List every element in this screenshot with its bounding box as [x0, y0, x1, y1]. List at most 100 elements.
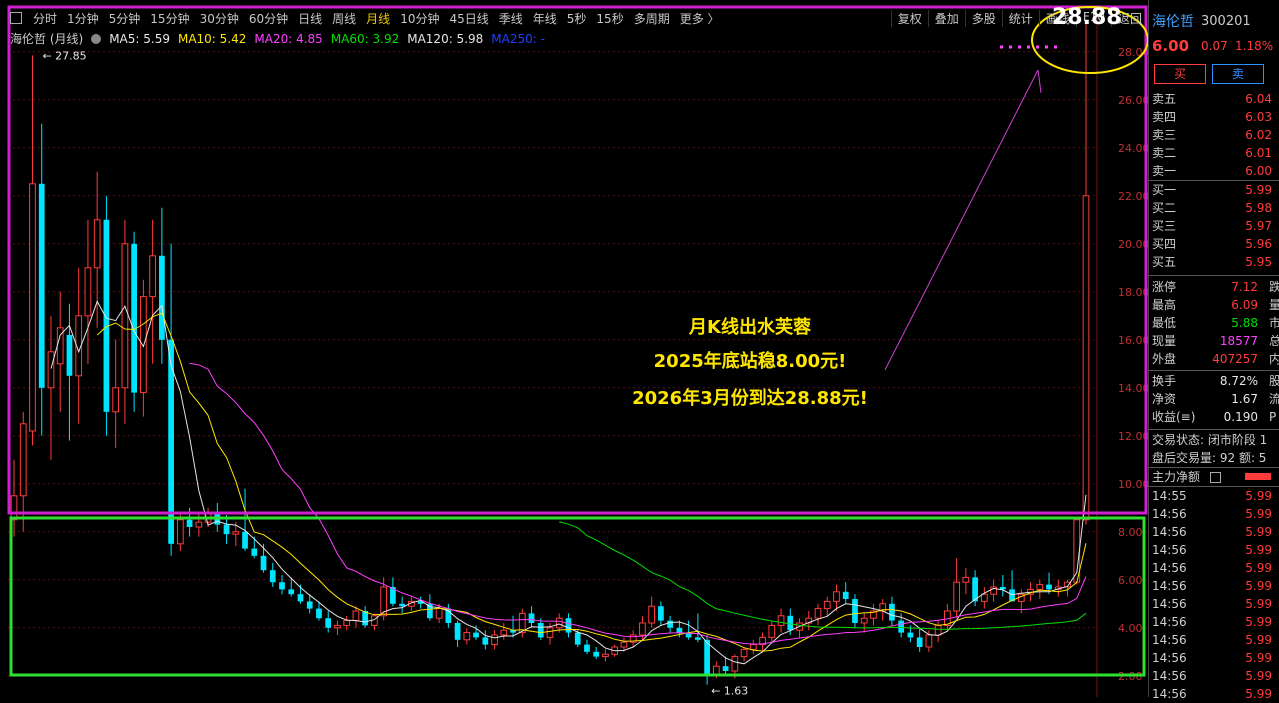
candle-body [482, 637, 489, 645]
period-tab[interactable]: 周线 [327, 10, 361, 27]
ma-label: MA20: 4.85 [254, 31, 323, 46]
candle-body [823, 600, 831, 610]
candle-body [889, 603, 895, 621]
stat-value: 7.12 [1231, 280, 1258, 294]
period-tab[interactable]: 年线 [528, 10, 562, 27]
tick-time: 14:56 [1152, 687, 1187, 701]
y-tick-label: 20.00 [1118, 238, 1148, 251]
candle-body [251, 548, 258, 556]
book-price: 6.04 [1245, 92, 1272, 106]
stat-label: 现量 [1152, 334, 1177, 348]
candle-body [1036, 584, 1044, 590]
candle-body [749, 644, 757, 650]
stat-trail: P [1269, 410, 1277, 424]
candle-body [399, 603, 406, 607]
toolbar-button[interactable]: 多股 [964, 9, 1002, 27]
period-tab[interactable]: 5秒 [562, 10, 592, 27]
period-tab[interactable]: 5分钟 [104, 10, 146, 27]
menu-icon[interactable] [1210, 472, 1221, 483]
settings-icon[interactable] [91, 33, 102, 44]
period-tab[interactable]: 月线 [361, 10, 395, 27]
tick-row: 14:56 5.99 [1149, 685, 1279, 703]
buy-level: 买四 5.96 [1149, 235, 1279, 253]
stock-title: 海伦哲 (月线) [10, 32, 84, 46]
tick-row: 14:56 5.99 [1149, 613, 1279, 631]
period-tab[interactable]: 1分钟 [62, 10, 104, 27]
candle-body [842, 591, 849, 599]
tick-row: 14:56 5.99 [1149, 577, 1279, 595]
period-tab[interactable]: 45日线 [444, 10, 493, 27]
sell-level: 卖五 6.04 [1149, 90, 1279, 108]
period-tab[interactable]: 60分钟 [244, 10, 293, 27]
period-tab[interactable]: 10分钟 [395, 10, 444, 27]
buy-button[interactable]: 买 [1154, 64, 1206, 84]
top-highlight-frame [7, 5, 1148, 515]
stat-row: 净资 1.67 流 [1149, 390, 1279, 408]
candle-body [731, 656, 739, 672]
main-net-bar [1245, 473, 1271, 480]
candle-body [667, 620, 674, 628]
candle-body [112, 387, 120, 413]
stock-code: 300201 [1201, 14, 1251, 29]
candle-body [722, 666, 729, 671]
sell-button[interactable]: 卖 [1212, 64, 1264, 84]
candle-body [352, 610, 360, 622]
period-tab[interactable]: 日线 [293, 10, 327, 27]
stat-trail: 跌 [1269, 280, 1279, 294]
sell-level: 卖三 6.02 [1149, 126, 1279, 144]
candle-body [546, 627, 554, 638]
book-label: 买四 [1152, 237, 1177, 251]
candle-body [84, 267, 92, 317]
candle-body [93, 219, 101, 269]
window-icon[interactable] [10, 12, 22, 24]
price-change: 0.07 [1201, 39, 1228, 53]
tick-list[interactable]: 14:55 5.99 14:56 5.99 14:56 5.99 14:56 5.99 14:5… [1149, 486, 1279, 703]
candle-body [658, 606, 664, 621]
candle-body [593, 651, 600, 657]
candle-body [66, 335, 73, 376]
period-tab[interactable]: 多周期 [629, 10, 675, 27]
candle-body [860, 617, 868, 624]
tick-time: 14:55 [1152, 489, 1187, 503]
period-tab[interactable]: 30分钟 [195, 10, 244, 27]
y-tick-label: 22.00 [1118, 190, 1148, 203]
book-price: 5.96 [1245, 237, 1272, 251]
toolbar-button[interactable]: 复权 [890, 9, 928, 27]
tick-price: 5.99 [1245, 597, 1272, 611]
y-tick-label: 14.00 [1118, 382, 1148, 395]
tick-time: 14:56 [1152, 561, 1187, 575]
candle-body [176, 519, 184, 545]
candle-body [316, 608, 322, 619]
candle-body [279, 582, 285, 590]
candle-body [195, 521, 203, 528]
ma-label: MA5: 5.59 [109, 31, 170, 46]
tick-time: 14:56 [1152, 633, 1187, 647]
period-tab[interactable]: 更多 〉 [675, 10, 725, 27]
stat-label: 外盘 [1152, 352, 1177, 366]
stat-trail: 量 [1269, 298, 1279, 312]
period-tab[interactable]: 季线 [494, 10, 528, 27]
candle-body [103, 219, 110, 412]
ma-label: MA10: 5.42 [177, 31, 247, 46]
period-tab[interactable]: 分时 [28, 10, 62, 27]
tick-time: 14:56 [1152, 669, 1187, 683]
candle-body [676, 627, 683, 633]
period-tab[interactable]: 15秒 [591, 10, 628, 27]
candle-body [555, 617, 563, 629]
ma-legend: MA5: 5.59 MA10: 5.42 MA20: 4.85 MA60: 3.92 M… [109, 32, 545, 46]
candle-body [454, 623, 461, 640]
candle-body [29, 183, 36, 432]
candle-body [269, 570, 276, 583]
stat-value: 0.190 [1223, 410, 1258, 424]
book-label: 卖一 [1152, 164, 1177, 178]
toolbar-button[interactable]: 叠加 [927, 9, 965, 27]
tick-price: 5.99 [1245, 543, 1272, 557]
stats-block-2: 换手 8.72% 股净资 1.67 流收益(≡) 0.190 P [1149, 372, 1279, 426]
y-tick-label: 26.00 [1118, 94, 1148, 107]
period-tab[interactable]: 15分钟 [145, 10, 194, 27]
toolbar-button[interactable]: 统计 [1001, 9, 1039, 27]
candle-body [833, 591, 840, 602]
sell-level: 卖一 6.00 [1149, 162, 1279, 180]
candle-body [426, 603, 433, 619]
stat-trail: 内 [1269, 352, 1279, 366]
